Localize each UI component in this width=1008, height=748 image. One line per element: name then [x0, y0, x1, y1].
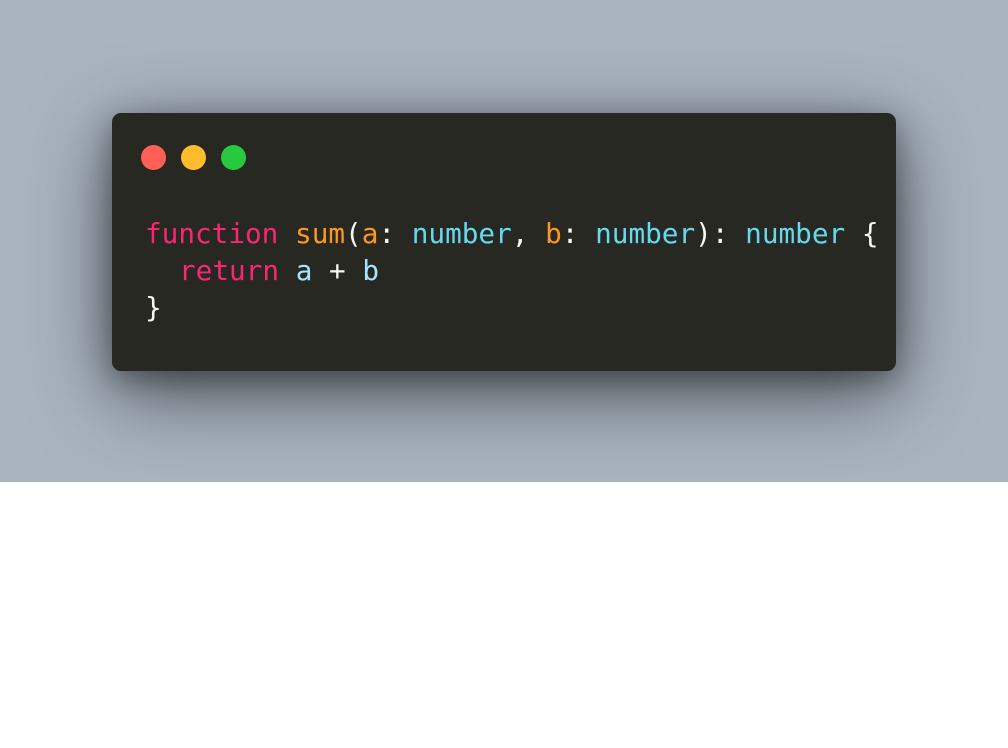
- plus-operator: +: [312, 254, 363, 287]
- close-paren-colon: ):: [695, 217, 746, 250]
- identifier-b: b: [362, 254, 380, 287]
- open-paren: (: [345, 217, 362, 250]
- code-line-3: }: [145, 289, 879, 326]
- code-line-2: return a + b: [145, 252, 879, 289]
- param-a: a: [361, 217, 379, 250]
- window-controls: [141, 145, 246, 170]
- colon: :: [378, 217, 412, 250]
- type-number: number: [595, 217, 696, 250]
- colon: :: [561, 217, 596, 250]
- code-window: function sum(a: number, b: number): numb…: [112, 113, 896, 371]
- code-line-1: function sum(a: number, b: number): numb…: [145, 215, 879, 252]
- function-name: sum: [295, 217, 346, 250]
- close-brace: }: [145, 291, 162, 324]
- keyword-return: return: [179, 254, 280, 287]
- zoom-button[interactable]: [221, 145, 246, 170]
- comma: ,: [511, 217, 546, 250]
- type-number: number: [411, 217, 512, 250]
- close-button[interactable]: [141, 145, 166, 170]
- backdrop: function sum(a: number, b: number): numb…: [0, 0, 1008, 482]
- minimize-button[interactable]: [181, 145, 206, 170]
- identifier-a: a: [295, 254, 313, 287]
- code-block: function sum(a: number, b: number): numb…: [145, 215, 879, 326]
- return-type-number: number: [745, 217, 846, 250]
- param-b: b: [545, 217, 562, 250]
- open-brace: {: [845, 217, 879, 250]
- keyword-function: function: [145, 217, 279, 250]
